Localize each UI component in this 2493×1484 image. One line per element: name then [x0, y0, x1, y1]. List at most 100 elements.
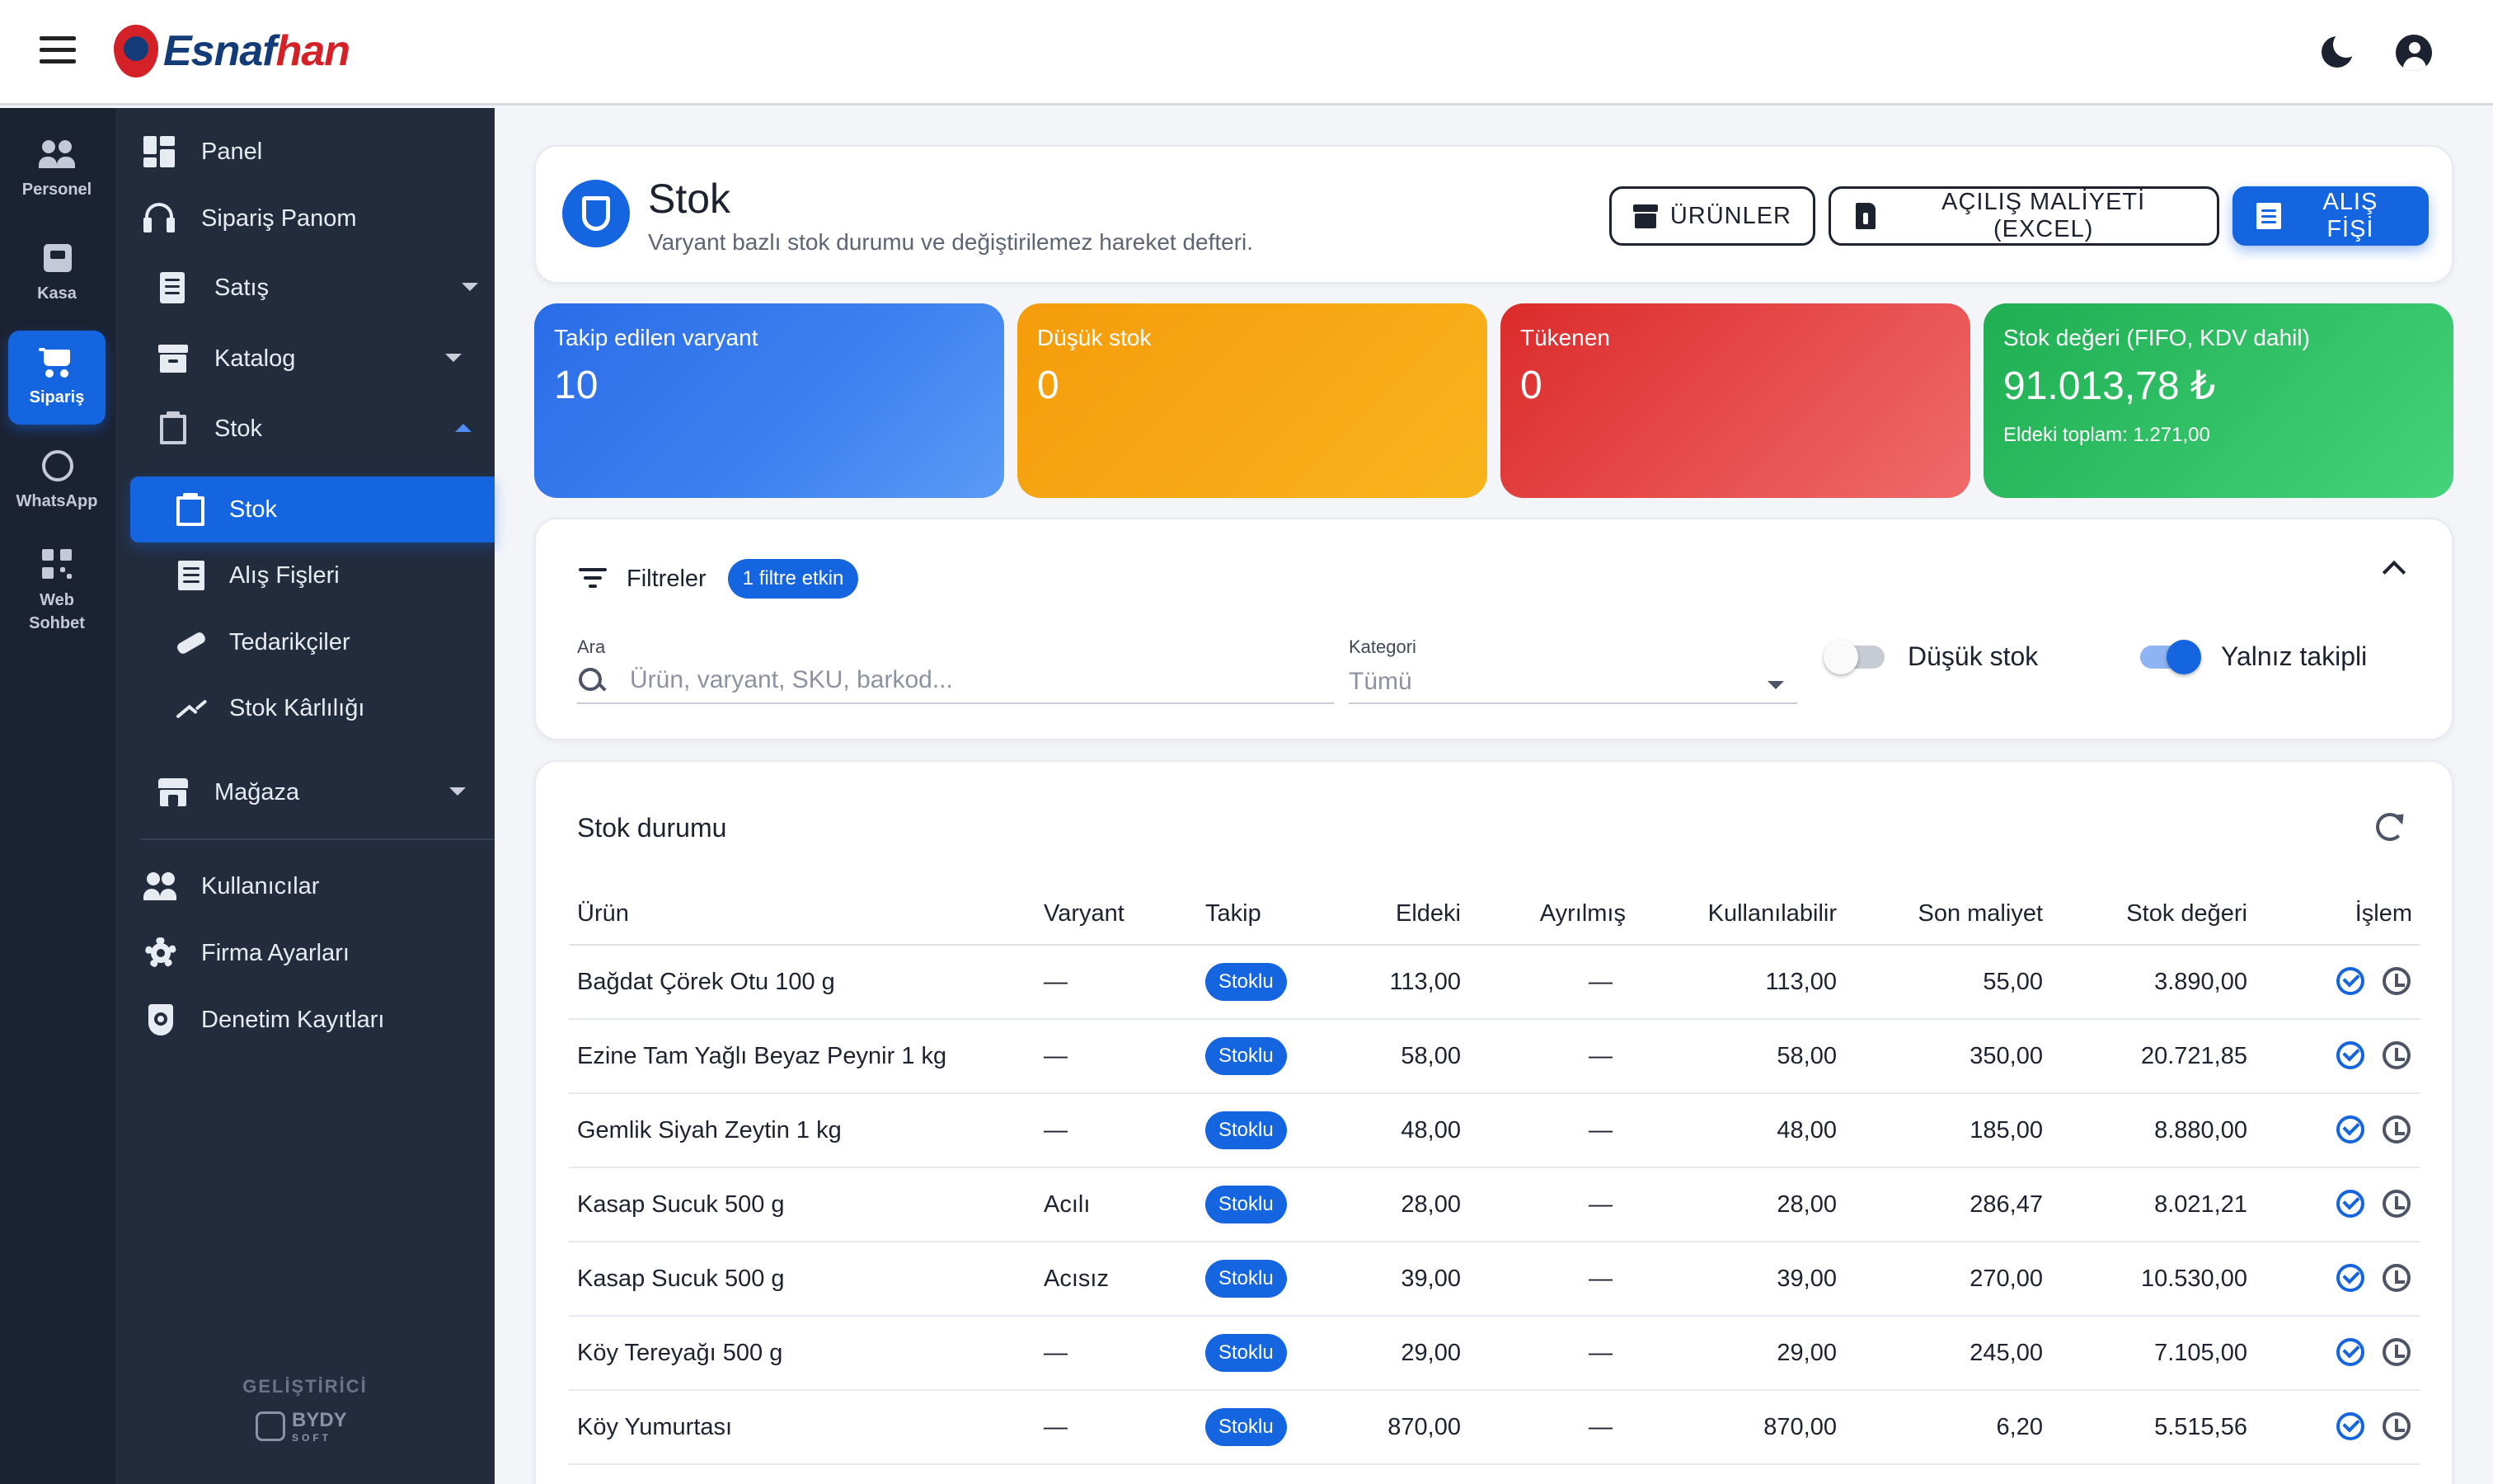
sidebar-sub-stok-karliligi[interactable]: Stok Kârlılığı	[130, 683, 495, 733]
col-header-actions: İşlem	[2256, 884, 2420, 946]
cell-product: Köy Yumurtası	[569, 1390, 1035, 1465]
rail-item-web-sohbet[interactable]: Web Sohbet	[8, 538, 106, 646]
search-input[interactable]	[630, 666, 1306, 694]
table-row[interactable]: Köy Yumurtası — Stoklu 870,00—870,00 6,20 5.5…	[569, 1390, 2420, 1465]
sidebar-item-satis[interactable]: Satış	[157, 263, 479, 312]
account-icon[interactable]	[2394, 33, 2434, 73]
chevron-down-icon	[449, 787, 467, 796]
filter-header[interactable]: Filtreler 1 filtre etkin	[579, 559, 859, 599]
table-title: Stok durumu	[577, 813, 727, 843]
cell-available: 28,00	[1634, 1167, 1845, 1242]
sidebar-item-label: Kullanıcılar	[201, 872, 320, 899]
trend-up-icon	[175, 692, 208, 725]
only-tracked-toggle[interactable]: Yalnız takipli	[2140, 639, 2367, 674]
col-header-variant[interactable]: Varyant	[1035, 884, 1197, 946]
cell-variant: —	[1035, 945, 1197, 1020]
shield-icon	[143, 1003, 178, 1037]
sidebar-item-panel[interactable]: Panel	[143, 127, 262, 176]
sidebar-item-denetim-kayitlari[interactable]: Denetim Kayıtları	[143, 995, 384, 1045]
cell-actions	[2256, 1167, 2420, 1242]
sidebar-item-katalog[interactable]: Katalog	[157, 334, 462, 383]
history-icon[interactable]	[2383, 1041, 2412, 1071]
purchase-receipt-button[interactable]: ALIŞ FİŞİ	[2232, 186, 2429, 246]
rail-item-siparis[interactable]: Sipariş	[8, 331, 106, 425]
sidebar-item-siparis-panom[interactable]: Sipariş Panom	[143, 194, 357, 243]
developer-name: BYDY	[292, 1409, 347, 1431]
developer-label: GELİŞTİRİCİ	[242, 1376, 368, 1397]
stat-label: Takip edilen varyant	[554, 325, 758, 350]
qr-code-icon	[39, 549, 75, 582]
adjust-stock-icon[interactable]	[2336, 1041, 2366, 1071]
col-header-on-hand[interactable]: Eldeki	[1329, 884, 1469, 946]
brand-logo[interactable]: Esnafhan	[114, 25, 350, 77]
col-header-product[interactable]: Ürün	[569, 884, 1035, 946]
adjust-stock-icon[interactable]	[2336, 1338, 2366, 1368]
headset-icon	[143, 201, 178, 236]
search-label: Ara	[577, 636, 606, 657]
cell-last-cost: 185,00	[1845, 1093, 2051, 1168]
col-header-last-cost[interactable]: Son maliyet	[1845, 884, 2051, 946]
table-row[interactable]: Köy Tereyağı 500 g — Stoklu 29,00—29,00 245,…	[569, 1316, 2420, 1391]
sidebar-item-kullanicilar[interactable]: Kullanıcılar	[143, 862, 319, 911]
low-stock-toggle[interactable]: Düşük stok	[1824, 639, 2038, 674]
archive-icon	[157, 341, 191, 376]
rail-item-whatsapp[interactable]: WhatsApp	[8, 434, 106, 528]
col-header-tracking[interactable]: Takip	[1197, 884, 1329, 946]
collapse-chevron-icon[interactable]	[2382, 560, 2406, 585]
history-icon[interactable]	[2383, 967, 2412, 997]
table-row[interactable]: Kasap Sucuk 500 g Acısız Stoklu 39,00—39,00…	[569, 1242, 2420, 1317]
brand-text-part1: Esnaf	[163, 27, 277, 75]
cell-variant: —	[1035, 1390, 1197, 1465]
toggle-knob	[2167, 639, 2201, 674]
sidebar-item-stok[interactable]: Stok	[157, 404, 472, 453]
cell-reserved: —	[1469, 1316, 1634, 1391]
history-icon[interactable]	[2383, 1412, 2412, 1442]
cell-reserved: —	[1469, 1167, 1634, 1242]
stat-label: Düşük stok	[1037, 325, 1152, 350]
table-row[interactable]: Ezine Tam Yağlı Beyaz Peynir 1 kg — Stoklu…	[569, 1019, 2420, 1094]
rail-item-kasa[interactable]: Kasa	[8, 227, 106, 321]
history-icon[interactable]	[2383, 1264, 2412, 1294]
table-row[interactable]: Bağdat Çörek Otu 100 g — Stoklu 113,00—113,…	[569, 945, 2420, 1020]
table-row[interactable]: Kasap Sucuk 500 g Acılı Stoklu 28,00—28,00 2…	[569, 1167, 2420, 1242]
refresh-icon[interactable]	[2376, 813, 2404, 841]
cell-tracking: Stoklu	[1197, 945, 1329, 1020]
page-subtitle: Varyant bazlı stok durumu ve değiştirile…	[648, 229, 1254, 255]
products-button[interactable]: ÜRÜNLER	[1609, 186, 1815, 246]
search-icon	[577, 666, 605, 694]
sidebar-sub-label: Stok	[229, 495, 278, 523]
cell-product: Kasap Sucuk 500 g	[569, 1242, 1035, 1317]
cell-available: 48,00	[1634, 1093, 1845, 1168]
col-header-reserved[interactable]: Ayrılmış	[1469, 884, 1634, 946]
adjust-stock-icon[interactable]	[2336, 1115, 2366, 1145]
sidebar-sub-alis-fisleri[interactable]: Alış Fişleri	[130, 551, 495, 600]
sidebar-sub-tedarikciler[interactable]: Tedarikçiler	[130, 618, 495, 667]
rail-item-personel[interactable]: Personel	[8, 123, 106, 217]
table-row[interactable]: Gemlik Siyah Zeytin 1 kg — Stoklu 48,00—48,…	[569, 1093, 2420, 1168]
sidebar-sub-stok[interactable]: Stok	[130, 477, 495, 542]
history-icon[interactable]	[2383, 1115, 2412, 1145]
store-icon	[157, 775, 191, 810]
opening-cost-excel-button[interactable]: AÇILIŞ MALİYETİ (EXCEL)	[1829, 186, 2219, 246]
sidebar-item-firma-ayarlari[interactable]: Firma Ayarları	[143, 928, 350, 978]
developer-logo[interactable]: BYDY SOFT	[256, 1409, 347, 1444]
dark-mode-icon[interactable]	[2317, 31, 2359, 73]
sidebar-item-magaza[interactable]: Mağaza	[157, 768, 467, 817]
col-header-stock-value[interactable]: Stok değeri	[2051, 884, 2256, 946]
rail-label: Sipariş	[29, 388, 85, 406]
cell-reserved: —	[1469, 1390, 1634, 1465]
adjust-stock-icon[interactable]	[2336, 967, 2366, 997]
cart-icon	[39, 346, 75, 379]
cell-actions	[2256, 1316, 2420, 1391]
adjust-stock-icon[interactable]	[2336, 1264, 2366, 1294]
menu-icon[interactable]	[40, 36, 76, 69]
adjust-stock-icon[interactable]	[2336, 1412, 2366, 1442]
cell-product: Kasap Sucuk 500 g	[569, 1167, 1035, 1242]
history-icon[interactable]	[2383, 1190, 2412, 1219]
adjust-stock-icon[interactable]	[2336, 1190, 2366, 1219]
stat-low-stock: Düşük stok 0	[1017, 303, 1487, 498]
cell-last-cost: 6,20	[1845, 1390, 2051, 1465]
history-icon[interactable]	[2383, 1338, 2412, 1368]
col-header-available[interactable]: Kullanılabilir	[1634, 884, 1845, 946]
category-select[interactable]: Tümü	[1349, 658, 1797, 704]
